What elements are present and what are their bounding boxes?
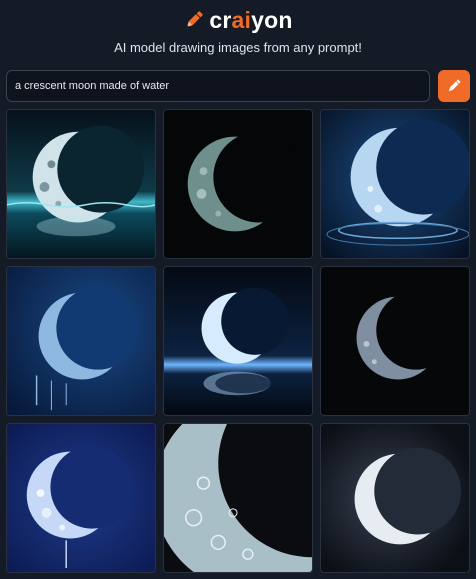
result-image-3[interactable] xyxy=(320,109,470,259)
brand-part-3: yon xyxy=(251,7,293,33)
crescent-moon-image xyxy=(164,110,312,258)
brand-part-1: cr xyxy=(209,7,232,33)
pencil-logo-icon xyxy=(187,11,204,28)
results-grid xyxy=(6,109,470,575)
crescent-moon-image xyxy=(321,267,469,415)
result-image-9[interactable] xyxy=(320,423,470,573)
crescent-moon-image xyxy=(7,110,155,258)
crescent-moon-image xyxy=(164,267,312,415)
brand-part-2: ai xyxy=(231,7,252,33)
crescent-moon-image xyxy=(7,267,155,415)
draw-button[interactable] xyxy=(438,70,470,102)
result-image-1[interactable] xyxy=(6,109,156,259)
result-image-5[interactable] xyxy=(163,266,313,416)
result-image-4[interactable] xyxy=(6,266,156,416)
crescent-moon-image xyxy=(321,110,469,258)
tagline: AI model drawing images from any prompt! xyxy=(114,40,362,55)
result-image-2[interactable] xyxy=(163,109,313,259)
result-image-8[interactable] xyxy=(163,423,313,573)
prompt-input[interactable] xyxy=(6,70,430,102)
result-image-6[interactable] xyxy=(320,266,470,416)
brand-logo[interactable]: craiyon xyxy=(209,6,292,34)
crescent-moon-image xyxy=(7,424,155,572)
crescent-moon-image xyxy=(321,424,469,572)
pencil-icon xyxy=(448,79,461,92)
result-image-7[interactable] xyxy=(6,423,156,573)
app-header: craiyon xyxy=(0,6,476,34)
crescent-moon-image xyxy=(164,424,312,572)
prompt-bar xyxy=(6,70,470,102)
